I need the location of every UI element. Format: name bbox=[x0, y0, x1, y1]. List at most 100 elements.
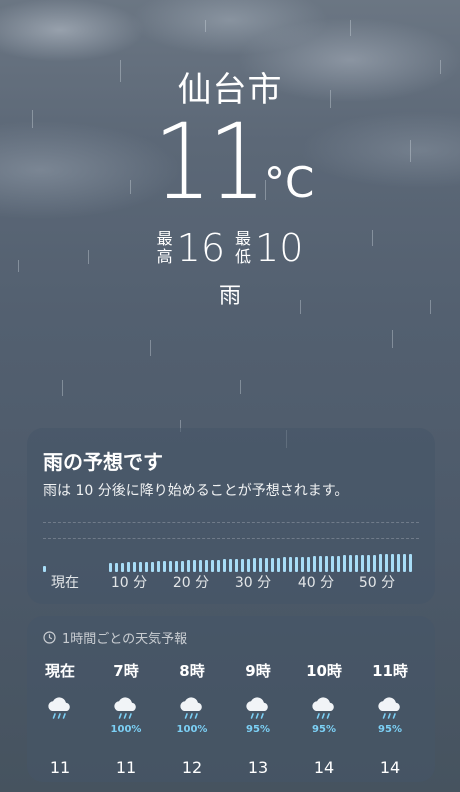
intensity-bar bbox=[355, 555, 358, 572]
intensity-bar bbox=[229, 559, 232, 572]
high-value: 16 bbox=[176, 226, 225, 270]
clock-icon bbox=[43, 631, 56, 644]
hourly-heading-text: 1時間ごとの天気予報 bbox=[62, 632, 188, 647]
intensity-bar bbox=[109, 562, 112, 572]
hourly-forecast-card[interactable]: 1時間ごとの天気予報 現在 11 7時 100% 11 8時 100% 12 9時 95% 13 10… bbox=[27, 616, 435, 782]
hour-temperature: 11 bbox=[115, 758, 137, 777]
intensity-bar bbox=[397, 554, 400, 572]
intensity-bar bbox=[337, 555, 340, 572]
intensity-bar bbox=[127, 562, 130, 572]
intensity-bar bbox=[367, 554, 370, 572]
intensity-bar bbox=[403, 554, 406, 572]
chart-gridline bbox=[43, 522, 419, 523]
intensity-bar bbox=[277, 557, 280, 572]
intensity-bar bbox=[379, 554, 382, 572]
rain-card-subtitle: 雨は 10 分後に降り始めることが予想されます。 bbox=[43, 483, 349, 499]
intensity-bar bbox=[385, 554, 388, 572]
intensity-bar bbox=[211, 559, 214, 572]
chart-gridline bbox=[43, 538, 419, 539]
intensity-bar bbox=[391, 554, 394, 572]
rain-streak bbox=[62, 380, 63, 396]
hour-item: 現在 11 bbox=[27, 660, 93, 777]
intensity-bar bbox=[205, 559, 208, 572]
high-temperature: 最 高 16 bbox=[157, 226, 225, 270]
hour-time: 9時 bbox=[245, 662, 271, 680]
precipitation-chance: 100% bbox=[176, 724, 208, 735]
intensity-bar bbox=[217, 559, 220, 572]
rain-streak bbox=[392, 330, 393, 348]
intensity-bar bbox=[187, 560, 190, 572]
hour-temperature: 14 bbox=[379, 758, 401, 777]
intensity-bar bbox=[157, 561, 160, 572]
precipitation-chance: 95% bbox=[378, 724, 402, 735]
tick-label: 30 分 bbox=[234, 575, 272, 591]
hour-time: 現在 bbox=[44, 662, 75, 680]
hour-item: 11時 95% 14 bbox=[357, 660, 423, 777]
intensity-bar bbox=[301, 556, 304, 572]
cloud-rain-icon bbox=[243, 692, 273, 726]
condition-text: 雨 bbox=[218, 284, 241, 309]
hour-time: 11時 bbox=[372, 662, 408, 680]
hour-item: 9時 95% 13 bbox=[225, 660, 291, 777]
hour-time: 10時 bbox=[306, 662, 342, 680]
rain-forecast-card[interactable]: 雨の予想です 雨は 10 分後に降り始めることが予想されます。 現在 10 分 … bbox=[27, 428, 435, 604]
tick-label: 50 分 bbox=[358, 575, 396, 591]
intensity-bar bbox=[313, 556, 316, 572]
intensity-bar bbox=[343, 555, 346, 572]
tick-label: 40 分 bbox=[297, 575, 335, 591]
intensity-bar bbox=[121, 562, 124, 572]
intensity-bar bbox=[361, 554, 364, 572]
intensity-bar bbox=[289, 557, 292, 572]
temperature-unit: °C bbox=[264, 158, 315, 207]
intensity-bar bbox=[409, 554, 412, 572]
intensity-bar bbox=[175, 560, 178, 572]
intensity-bar bbox=[259, 558, 262, 572]
intensity-bar bbox=[319, 556, 322, 572]
hour-item: 7時 100% 11 bbox=[93, 660, 159, 777]
precipitation-chance: 100% bbox=[110, 724, 142, 735]
intensity-bar bbox=[145, 561, 148, 572]
hour-time: 7時 bbox=[113, 662, 139, 680]
intensity-bar bbox=[133, 562, 136, 572]
intensity-bar bbox=[253, 558, 256, 572]
temperature-value: 11 bbox=[153, 101, 266, 223]
intensity-bar bbox=[373, 554, 376, 572]
hour-item: 8時 100% 12 bbox=[159, 660, 225, 777]
intensity-bar bbox=[181, 560, 184, 572]
intensity-bar bbox=[151, 561, 154, 572]
high-low: 最 高 16 最 低 10 bbox=[0, 226, 460, 270]
intensity-bar bbox=[235, 558, 238, 572]
precipitation-chance: 95% bbox=[312, 724, 336, 735]
intensity-bar bbox=[271, 557, 274, 572]
hour-temperature: 13 bbox=[247, 758, 269, 777]
intensity-bar bbox=[193, 560, 196, 572]
tick-label: 20 分 bbox=[172, 575, 210, 591]
tick-label: 現在 bbox=[51, 575, 79, 591]
intensity-bar bbox=[223, 559, 226, 572]
low-label: 最 低 bbox=[235, 229, 252, 266]
hourly-heading: 1時間ごとの天気予報 bbox=[43, 628, 187, 647]
intensity-bar bbox=[115, 562, 118, 572]
intensity-bar bbox=[325, 556, 328, 572]
hour-temperature: 14 bbox=[313, 758, 335, 777]
intensity-bar bbox=[247, 558, 250, 572]
rain-streak bbox=[240, 380, 241, 394]
cloud-rain-icon bbox=[177, 692, 207, 726]
intensity-bar bbox=[199, 560, 202, 572]
intensity-bars bbox=[43, 552, 419, 572]
cloud-rain-icon bbox=[375, 692, 405, 726]
intensity-bar bbox=[139, 561, 142, 572]
current-weather: 仙台市 11°C 最 高 16 最 低 10 雨 bbox=[0, 0, 460, 310]
low-temperature: 最 低 10 bbox=[235, 226, 303, 270]
cloud-rain-icon bbox=[309, 692, 339, 726]
precipitation-chance: 95% bbox=[246, 724, 270, 735]
hour-item: 10時 95% 14 bbox=[291, 660, 357, 777]
intensity-bar bbox=[331, 555, 334, 572]
cloud-rain-icon bbox=[45, 692, 75, 726]
intensity-bar bbox=[265, 557, 268, 572]
intensity-bar bbox=[283, 557, 286, 572]
intensity-bar bbox=[163, 561, 166, 572]
hour-temperature: 12 bbox=[181, 758, 203, 777]
intensity-bar bbox=[169, 561, 172, 572]
intensity-bar bbox=[295, 557, 298, 572]
